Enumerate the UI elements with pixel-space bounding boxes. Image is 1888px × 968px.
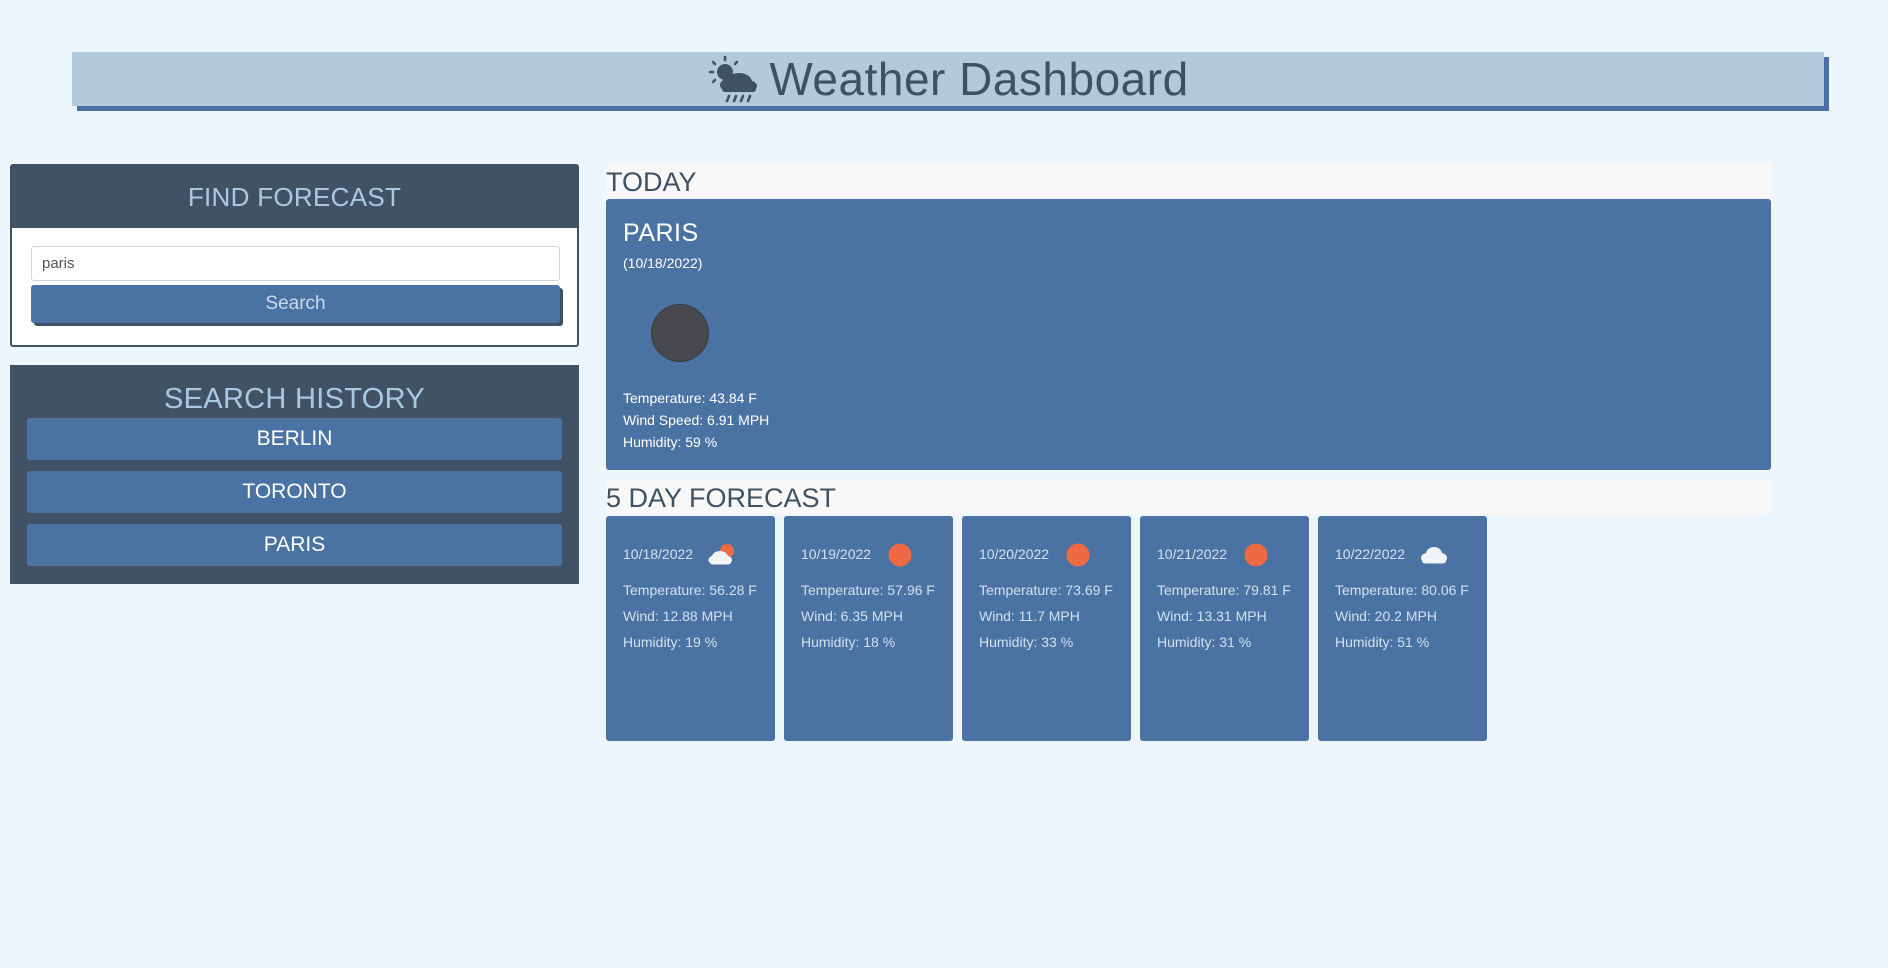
current-weather-card: PARIS (10/18/2022) Temperature: 43.84 F … [606,199,1771,470]
weather-icon [651,304,709,362]
current-wind-speed: Wind Speed: 6.91 MPH [623,412,770,428]
current-humidity: Humidity: 59 % [623,434,718,450]
forecast-card: 10/21/2022 Temperature: 79.81 F Wind: 13… [1140,516,1309,741]
today-label: TODAY [606,167,697,197]
sun-icon [888,543,912,567]
page-header: Weather Dashboard [72,52,1824,106]
history-item-berlin[interactable]: BERLIN [27,418,562,460]
forecast-wind: Wind: 20.2 MPH [1335,608,1437,624]
search-history-panel: SEARCH HISTORY BERLIN TORONTO PARIS [10,365,579,584]
sun-icon [1244,543,1268,567]
current-temperature: Temperature: 43.84 F [623,390,757,406]
forecast-humidity: Humidity: 51 % [1335,634,1430,650]
today-section-header: TODAY [606,164,1771,198]
forecast-card: 10/20/2022 Temperature: 73.69 F Wind: 11… [962,516,1131,741]
forecast-date: 10/21/2022 [1157,546,1228,562]
sun-cloud-rain-icon [709,55,758,103]
partly-cloudy-icon [708,544,734,565]
search-button[interactable]: Search [31,285,560,323]
search-history-title: SEARCH HISTORY [164,383,425,415]
forecast-temperature: Temperature: 57.96 F [801,582,935,598]
forecast-wind: Wind: 13.31 MPH [1157,608,1267,624]
find-forecast-panel: FIND FORECAST Search [10,164,579,347]
forecast-wind: Wind: 6.35 MPH [801,608,903,624]
forecast-humidity: Humidity: 33 % [979,634,1074,650]
forecast-temperature: Temperature: 73.69 F [979,582,1113,598]
forecast-temperature: Temperature: 79.81 F [1157,582,1291,598]
forecast-humidity: Humidity: 18 % [801,634,896,650]
current-date: (10/18/2022) [623,255,703,271]
cloud-icon [1421,547,1447,564]
forecast-card: 10/19/2022 Temperature: 57.96 F Wind: 6.… [784,516,953,741]
forecast-temperature: Temperature: 80.06 F [1335,582,1469,598]
sun-icon [1066,543,1090,567]
city-search-input[interactable] [31,246,560,281]
forecast-wind: Wind: 11.7 MPH [979,608,1080,624]
forecast-date: 10/20/2022 [979,546,1050,562]
forecast-label: 5 DAY FORECAST [606,483,837,513]
find-forecast-title: FIND FORECAST [187,181,402,212]
forecast-card: 10/18/2022 Temperature: 56.28 F Wind: 12… [606,516,775,741]
history-item-toronto[interactable]: TORONTO [27,471,562,513]
forecast-humidity: Humidity: 31 % [1157,634,1252,650]
forecast-humidity: Humidity: 19 % [623,634,718,650]
forecast-date: 10/22/2022 [1335,546,1406,562]
find-forecast-header: FIND FORECAST [12,166,577,228]
forecast-section-header: 5 DAY FORECAST [606,480,1771,514]
forecast-date: 10/19/2022 [801,546,872,562]
page-title: Weather Dashboard [769,53,1189,105]
forecast-date: 10/18/2022 [623,546,694,562]
current-city: PARIS [623,219,699,247]
forecast-card: 10/22/2022 Temperature: 80.06 F Wind: 20… [1318,516,1487,741]
forecast-wind: Wind: 12.88 MPH [623,608,733,624]
forecast-temperature: Temperature: 56.28 F [623,582,757,598]
history-item-paris[interactable]: PARIS [27,524,562,566]
